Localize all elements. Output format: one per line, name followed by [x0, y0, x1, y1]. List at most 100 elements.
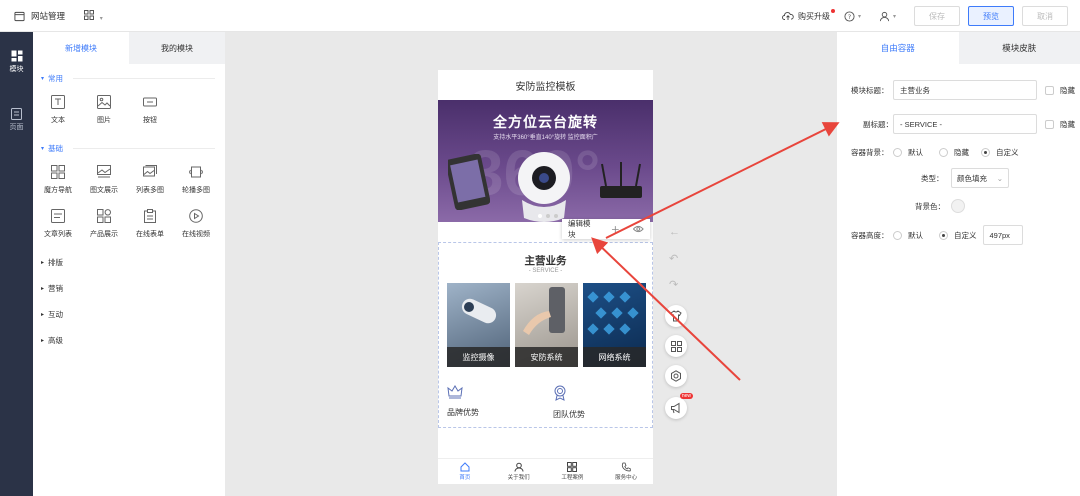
user-icon — [879, 11, 890, 21]
service-card-network[interactable]: 网络系统 — [583, 283, 646, 367]
bg-label: 容器背景： — [851, 148, 889, 157]
tabbar-item-service[interactable]: 服务中心 — [599, 459, 653, 484]
module-label: 图片 — [97, 117, 111, 124]
height-input[interactable]: 497px — [982, 225, 1023, 245]
module-image[interactable]: 图片 — [81, 88, 127, 132]
image-icon — [97, 95, 111, 109]
cancel-button[interactable]: 取消 — [1022, 6, 1068, 26]
advantage-label: 团队优势 — [553, 410, 585, 419]
sidebar-item-module[interactable]: 模块 — [0, 50, 33, 74]
save-button[interactable]: 保存 — [914, 6, 960, 26]
bg-radio-custom[interactable] — [981, 148, 990, 157]
user-icon — [514, 462, 524, 472]
tabbar-item-about[interactable]: 关于我们 — [492, 459, 546, 484]
caret-right-icon: ▸ — [41, 285, 45, 292]
bg-radio-hide[interactable] — [939, 148, 948, 157]
section-advanced[interactable]: ▸ 高级 — [33, 330, 225, 350]
crown-icon — [447, 385, 463, 399]
bgcolor-label: 背景色： — [915, 201, 945, 211]
type-select[interactable]: 颜色填充 ⌄ — [951, 168, 1009, 188]
service-title: 主营业务 — [524, 255, 567, 267]
module-article-list[interactable]: 文章列表 — [35, 202, 81, 246]
tab-add-module[interactable]: 新增模块 — [33, 32, 129, 64]
shirt-icon — [670, 310, 682, 322]
tab-my-modules[interactable]: 我的模块 — [129, 32, 225, 64]
move-icon[interactable] — [611, 225, 620, 234]
section-layout[interactable]: ▸ 排版 — [33, 252, 225, 272]
module-title-input[interactable]: 主营业务 — [893, 80, 1037, 100]
eye-icon[interactable] — [633, 225, 644, 233]
chevron-down-icon: ▾ — [857, 13, 861, 20]
undo-icon[interactable]: ↶ — [669, 252, 678, 265]
section-title: 基础 — [48, 143, 64, 153]
bg-option-label: 自定义 — [996, 148, 1019, 157]
bgcolor-swatch[interactable] — [951, 199, 965, 213]
settings-tool-button[interactable] — [665, 365, 687, 387]
subtitle-input[interactable]: - SERVICE - — [893, 114, 1037, 134]
modules-tool-button[interactable] — [665, 335, 687, 357]
section-common[interactable]: ▾ 常用 — [33, 68, 225, 88]
advantage-brand: 品牌优势 — [447, 385, 479, 418]
module-list-images[interactable]: 列表多图 — [127, 158, 173, 202]
hide-label: 隐藏 — [1060, 119, 1075, 129]
section-interaction[interactable]: ▸ 互动 — [33, 304, 225, 324]
caret-right-icon: ▸ — [41, 259, 45, 266]
module-button[interactable]: 按钮 — [127, 88, 173, 132]
apps-menu[interactable]: ▾ — [84, 10, 103, 23]
service-module[interactable]: 主营业务 - SERVICE - 监控摄像 安防系统 网络系统 品牌优势 团队优… — [438, 242, 653, 428]
carousel-icon — [189, 166, 203, 178]
module-image-text[interactable]: 图文展示 — [81, 158, 127, 202]
carousel-dots[interactable] — [538, 214, 558, 218]
button-icon — [143, 97, 157, 107]
phone-preview: 安防监控模板 360° 全方位云台旋转 支持水平360°垂直140°旋转 监控面… — [438, 70, 653, 484]
service-card-security[interactable]: 安防系统 — [515, 283, 578, 367]
help-menu[interactable]: ? ▾ — [844, 10, 861, 22]
module-label: 产品展示 — [90, 231, 118, 238]
section-marketing[interactable]: ▸ 营销 — [33, 278, 225, 298]
bg-radio-default[interactable] — [893, 148, 902, 157]
security-photo — [523, 287, 565, 335]
height-radio-default[interactable] — [893, 230, 902, 240]
module-label: 按钮 — [143, 117, 157, 124]
module-label: 图文展示 — [90, 187, 118, 194]
banner-headline: 全方位云台旋转 — [493, 114, 598, 130]
card-label: 安防系统 — [515, 347, 578, 367]
edit-module-button[interactable]: 编辑模块 — [568, 218, 597, 240]
tabbar-item-cases[interactable]: 工程案例 — [546, 459, 600, 484]
page-title: 安防监控模板 — [515, 81, 576, 93]
back-arrow-icon[interactable]: ← — [669, 226, 680, 238]
section-title: 高级 — [48, 335, 64, 345]
site-manage-menu[interactable]: 网站管理 — [14, 10, 65, 22]
svg-text:?: ? — [848, 12, 851, 20]
banner-module[interactable]: 360° 全方位云台旋转 支持水平360°垂直140°旋转 监控面积广 — [438, 100, 653, 222]
redo-icon[interactable]: ↷ — [669, 278, 678, 291]
bg-option-label: 隐藏 — [954, 148, 969, 157]
bgcolor-row: 背景色： — [915, 199, 965, 213]
height-radio-custom[interactable] — [939, 230, 948, 240]
module-cube-nav[interactable]: 魔方导航 — [35, 158, 81, 202]
module-carousel[interactable]: 轮播多图 — [173, 158, 219, 202]
section-title: 互动 — [48, 309, 64, 319]
user-menu[interactable]: ▾ — [879, 11, 896, 22]
page-icon — [11, 108, 22, 120]
new-badge: new — [679, 393, 693, 399]
module-online-video[interactable]: 在线视频 — [173, 202, 219, 246]
hide-subtitle-checkbox[interactable] — [1045, 119, 1054, 129]
service-card-camera[interactable]: 监控摄像 — [447, 283, 510, 367]
skin-tool-button[interactable] — [665, 305, 687, 327]
subtitle-row: 副标题： - SERVICE - 隐藏 — [851, 114, 1075, 134]
tab-free-container[interactable]: 自由容器 — [837, 32, 959, 64]
upgrade-link[interactable]: 购买升级 — [782, 8, 835, 22]
module-online-form[interactable]: 在线表单 — [127, 202, 173, 246]
section-basic[interactable]: ▾ 基础 — [33, 138, 225, 158]
tab-module-skin[interactable]: 模块皮肤 — [958, 32, 1080, 64]
sidebar-item-page[interactable]: 页面 — [0, 108, 33, 132]
announcement-tool-button[interactable]: new — [665, 393, 693, 419]
module-product-display[interactable]: 产品展示 — [81, 202, 127, 246]
module-text[interactable]: 文本 — [35, 88, 81, 132]
preview-button[interactable]: 预览 — [968, 6, 1014, 26]
megaphone-icon — [671, 402, 680, 414]
module-label: 在线视频 — [182, 231, 210, 238]
hide-title-checkbox[interactable] — [1045, 85, 1054, 95]
tabbar-item-home[interactable]: 首页 — [438, 459, 492, 484]
